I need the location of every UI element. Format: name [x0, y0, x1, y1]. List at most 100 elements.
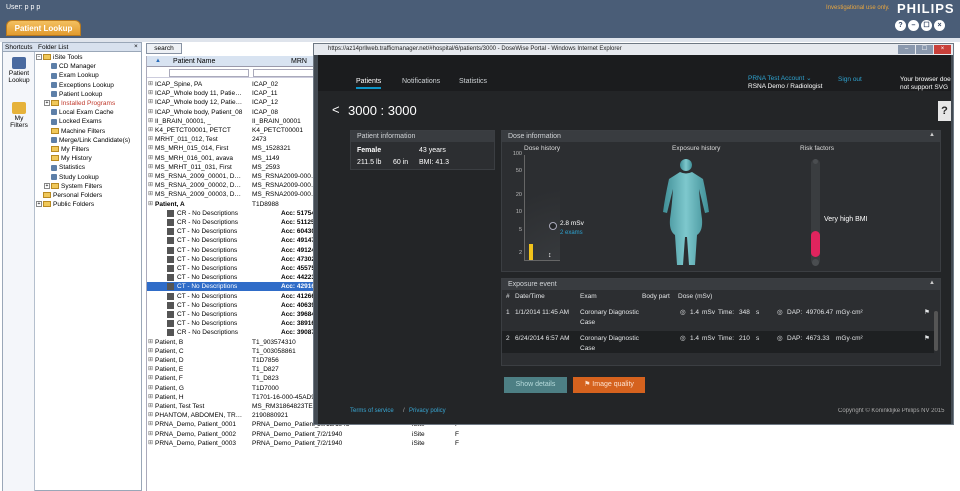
exam-icon[interactable]: [167, 265, 174, 272]
table-row[interactable]: CT - No Descriptions Acc: 49124: [147, 246, 319, 255]
tree-item[interactable]: + Public Folders: [36, 200, 94, 209]
exam-icon[interactable]: [167, 301, 174, 309]
shortcut-my-filters[interactable]: My Filters: [5, 102, 33, 129]
tab-patient-lookup[interactable]: Patient Lookup: [6, 20, 81, 36]
shortcut-patient-lookup[interactable]: Patient Lookup: [5, 57, 33, 84]
expand-icon[interactable]: ⊞: [148, 109, 155, 116]
dose-bar[interactable]: [529, 244, 533, 260]
table-row[interactable]: CT - No Descriptions Acc: 41266: [147, 292, 319, 301]
ie-close-button[interactable]: ×: [934, 45, 951, 54]
table-row[interactable]: ⊞ PHANTOM, ABDOMEN, TR… 2190880921: [147, 411, 319, 420]
expand-icon[interactable]: ⊞: [148, 201, 155, 208]
tree-item[interactable]: Personal Folders: [36, 191, 102, 200]
table-row[interactable]: CR - No Descriptions Acc: 39087: [147, 328, 319, 337]
expand-icon[interactable]: ⊞: [148, 339, 155, 346]
ie-maximize-button[interactable]: ☐: [916, 45, 933, 54]
table-row[interactable]: ⊞Patient, H T1701-16-000-45AD94B5: [147, 393, 319, 402]
table-row[interactable]: CT - No Descriptions Acc: 60430: [147, 227, 319, 236]
flag-icon[interactable]: ⚑: [924, 334, 930, 342]
expand-icon[interactable]: ⊞: [148, 403, 155, 410]
table-row[interactable]: ⊞ Patient, Test Test MS_RM31864823TEST: [147, 402, 319, 411]
expand-icon[interactable]: ⊞: [148, 375, 155, 382]
tab-statistics[interactable]: Statistics: [459, 78, 487, 85]
collapse-icon[interactable]: ▲: [929, 280, 935, 286]
tab-notifications[interactable]: Notifications: [402, 78, 440, 85]
expand-icon[interactable]: ⊞: [148, 348, 155, 355]
expand-icon[interactable]: ⊞: [148, 81, 155, 88]
dose-range-icon[interactable]: ↕: [548, 252, 552, 259]
sign-out-link[interactable]: Sign out: [838, 76, 862, 83]
tree-item[interactable]: Statistics: [44, 163, 85, 172]
tree-item[interactable]: Local Exam Cache: [44, 108, 114, 117]
tree-item[interactable]: Patient Lookup: [44, 90, 102, 99]
table-row[interactable]: ⊞ MS_RSNA_2009_00001, D… MS_RSNA2009-000…: [147, 172, 319, 181]
expand-icon[interactable]: ⊞: [148, 412, 155, 419]
table-row[interactable]: ⊞ MS_MRH_015_014, First MS_1528321: [147, 144, 319, 153]
tree-item[interactable]: Machine Filters: [44, 127, 105, 136]
table-row[interactable]: ⊞ MS_MRHT_011_031, First MS_2593: [147, 163, 319, 172]
terms-link[interactable]: Terms of service: [350, 408, 394, 414]
table-row[interactable]: ⊞ II_BRAIN_00001, _ II_BRAIN_00001: [147, 117, 319, 126]
exam-icon[interactable]: [167, 246, 174, 254]
expand-icon[interactable]: ⊞: [148, 155, 155, 162]
tree-item[interactable]: Exam Lookup: [44, 71, 99, 80]
table-row[interactable]: ⊞ MS_RSNA_2009_00002, D… MS_RSNA2009-000…: [147, 181, 319, 190]
event-row[interactable]: 1 1/1/2014 11:45 AM Coronary Diagnostic Cas…: [502, 305, 934, 327]
expand-icon[interactable]: ⊞: [148, 440, 155, 447]
dose-exams-link[interactable]: 2 exams: [560, 230, 583, 236]
expand-icon[interactable]: ⊞: [148, 127, 155, 134]
table-row[interactable]: ⊞ Patient, D T1D7856: [147, 356, 319, 365]
table-row[interactable]: CR - No Descriptions Acc: 51125: [147, 218, 319, 227]
expand-icon[interactable]: ⊞: [148, 173, 155, 180]
table-row[interactable]: CT - No Descriptions Acc: 40639: [147, 301, 319, 310]
mrn-filter-input[interactable]: [253, 69, 317, 77]
table-row[interactable]: ⊞ PRNA_Demo, Patient_0001 PRNA_Demo_Patien…: [147, 420, 319, 429]
show-details-button[interactable]: Show details: [504, 377, 567, 393]
exam-icon[interactable]: [167, 311, 174, 318]
table-row[interactable]: ⊞ ICAP_Spine, PA ICAP_02: [147, 80, 319, 89]
expand-icon[interactable]: −: [36, 54, 42, 61]
expand-icon[interactable]: ⊞: [148, 182, 155, 189]
table-row[interactable]: ⊞ ICAP_Whole body 12, Patie… ICAP_12: [147, 98, 319, 107]
table-row[interactable]: CT - No Descriptions Acc: 49147: [147, 236, 319, 245]
exam-icon[interactable]: [167, 320, 174, 328]
flag-icon[interactable]: ⚑: [924, 308, 930, 316]
table-row[interactable]: ⊞ PRNA_Demo, Patient_0002 PRNA_Demo_Patien…: [147, 430, 319, 439]
table-row[interactable]: ⊞ Patient, B T1_903574310: [147, 338, 319, 347]
exam-icon[interactable]: [167, 329, 174, 337]
expand-icon[interactable]: ⊞: [148, 385, 155, 392]
tree-item[interactable]: My History: [44, 154, 92, 163]
exam-icon[interactable]: [167, 219, 174, 226]
column-mrn[interactable]: MRN: [251, 56, 319, 67]
maximize-button[interactable]: ☐: [921, 20, 932, 31]
expand-icon[interactable]: ⊞: [148, 145, 155, 152]
expand-icon[interactable]: ⊞: [148, 164, 155, 171]
table-row[interactable]: CT - No Descriptions Acc: 42916: [147, 282, 319, 292]
tree-item[interactable]: CD Manager: [44, 62, 96, 71]
tab-patients[interactable]: Patients: [356, 78, 382, 89]
expand-icon[interactable]: +: [44, 183, 50, 190]
close-icon[interactable]: ×: [134, 43, 138, 50]
ie-minimize-button[interactable]: –: [898, 45, 915, 54]
table-row[interactable]: ⊞ ICAP_Whole body 11, Patie… ICAP_11: [147, 89, 319, 98]
exam-icon[interactable]: [167, 274, 174, 282]
expand-icon[interactable]: +: [44, 100, 50, 107]
exam-icon[interactable]: [167, 237, 174, 245]
close-button[interactable]: ×: [934, 20, 945, 31]
table-row[interactable]: ⊞ MS_RSNA_2009_00003, D… MS_RSNA2009-000…: [147, 190, 319, 199]
table-row[interactable]: ⊞ Patient, E T1_D827: [147, 365, 319, 374]
table-row[interactable]: ⊞ MS_MRH_016_001, avava MS_1149: [147, 154, 319, 163]
privacy-link[interactable]: Privacy policy: [409, 408, 446, 414]
table-row[interactable]: ⊞ Patient, G T1D7000: [147, 384, 319, 393]
exam-icon[interactable]: [167, 228, 174, 236]
tree-item[interactable]: Exceptions Lookup: [44, 81, 114, 90]
expand-icon[interactable]: ⊞: [148, 118, 155, 125]
expand-icon[interactable]: ⊞: [148, 366, 155, 373]
info-icon[interactable]: ◎: [680, 308, 686, 316]
table-row[interactable]: ⊞ K4_PETCT00001, PETCT K4_PETCT00001: [147, 126, 319, 135]
tab-shortcuts[interactable]: Shortcuts: [5, 44, 32, 51]
tree-item[interactable]: Locked Exams: [44, 117, 102, 126]
info-icon[interactable]: ◎: [680, 334, 686, 342]
tree-item[interactable]: + Installed Programs: [44, 99, 115, 108]
help-button[interactable]: ?: [895, 20, 906, 31]
